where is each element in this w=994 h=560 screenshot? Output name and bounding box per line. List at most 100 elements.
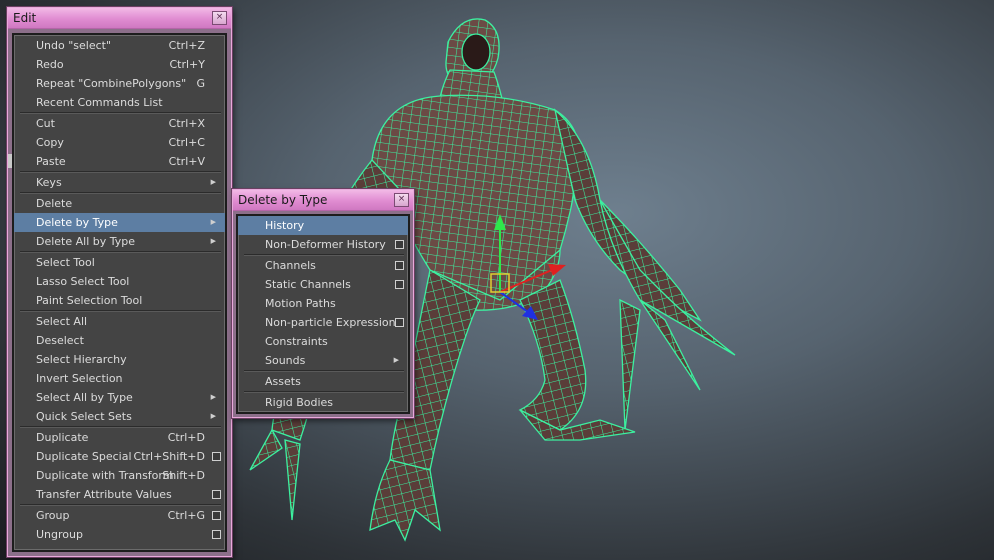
menu-item-shortcut: G <box>196 77 205 90</box>
menu-item-repeat[interactable]: Repeat "CombinePolygons" G <box>14 74 225 93</box>
menu-item-shortcut: Ctrl+Y <box>169 58 205 71</box>
menu-item-delete[interactable]: Delete <box>14 194 225 213</box>
menu-item-label: Select All <box>36 315 88 328</box>
edit-menu-title: Edit <box>13 11 37 25</box>
menu-item-label: Transfer Attribute Values <box>36 488 172 501</box>
menu-item-group[interactable]: Group Ctrl+G <box>14 506 225 525</box>
menu-item-shortcut: Ctrl+D <box>167 431 205 444</box>
edit-menu-window[interactable]: Edit × Undo "select" Ctrl+Z Redo Ctrl+Y Re… <box>7 7 232 557</box>
menu-item-label: Redo <box>36 58 64 71</box>
menu-item-label: Channels <box>265 259 316 272</box>
menu-item-label: Delete All by Type <box>36 235 136 248</box>
menu-item-lasso-select-tool[interactable]: Lasso Select Tool <box>14 272 225 291</box>
menu-item-motion-paths[interactable]: Motion Paths <box>238 294 408 313</box>
menu-item-label: Duplicate with Transform <box>36 469 174 482</box>
menu-item-transfer-attribute-values[interactable]: Transfer Attribute Values <box>14 485 225 504</box>
menu-item-label: Delete <box>36 197 73 210</box>
submenu-arrow-icon: ▶ <box>210 393 216 401</box>
menu-item-label: Paint Selection Tool <box>36 294 143 307</box>
menu-item-cut[interactable]: Cut Ctrl+X <box>14 114 225 133</box>
menu-item-non-particle-expressions[interactable]: Non-particle Expressions <box>238 313 408 332</box>
delete-by-type-window[interactable]: Delete by Type × History Non-Deformer Hi… <box>232 189 414 418</box>
menu-item-static-channels[interactable]: Static Channels <box>238 275 408 294</box>
menu-item-duplicate-with-transform[interactable]: Duplicate with Transform Shift+D <box>14 466 225 485</box>
menu-item-shortcut: Shift+D <box>162 469 205 482</box>
option-box-icon[interactable] <box>395 280 404 289</box>
menu-item-paint-selection-tool[interactable]: Paint Selection Tool <box>14 291 225 310</box>
menu-item-label: Select All by Type <box>36 391 133 404</box>
menu-item-ungroup[interactable]: Ungroup <box>14 525 225 544</box>
menu-item-duplicate-special[interactable]: Duplicate Special Ctrl+Shift+D <box>14 447 225 466</box>
menu-item-label: Duplicate <box>36 431 89 444</box>
menu-item-recent-commands[interactable]: Recent Commands List <box>14 93 225 112</box>
menu-item-label: History <box>265 219 305 232</box>
menu-item-rigid-bodies[interactable]: Rigid Bodies <box>238 393 408 412</box>
menu-item-quick-select-sets[interactable]: Quick Select Sets ▶ <box>14 407 225 426</box>
menu-item-label: Cut <box>36 117 55 130</box>
menu-item-label: Select Hierarchy <box>36 353 127 366</box>
menu-item-label: Duplicate Special <box>36 450 132 463</box>
menu-item-label: Select Tool <box>36 256 95 269</box>
option-box-icon[interactable] <box>212 490 221 499</box>
menu-item-copy[interactable]: Copy Ctrl+C <box>14 133 225 152</box>
menu-item-paste[interactable]: Paste Ctrl+V <box>14 152 225 171</box>
menu-item-label: Non-particle Expressions <box>265 316 402 329</box>
delete-by-type-title: Delete by Type <box>238 193 328 207</box>
menu-item-keys[interactable]: Keys ▶ <box>14 173 225 192</box>
menu-item-shortcut: Ctrl+X <box>168 117 205 130</box>
menu-item-non-deformer-history[interactable]: Non-Deformer History <box>238 235 408 254</box>
menu-item-invert-selection[interactable]: Invert Selection <box>14 369 225 388</box>
menu-item-shortcut: Ctrl+V <box>168 155 205 168</box>
edit-menu-titlebar[interactable]: Edit × <box>8 8 231 29</box>
option-box-icon[interactable] <box>212 511 221 520</box>
menu-item-label: Ungroup <box>36 528 83 541</box>
close-icon[interactable]: × <box>394 193 409 207</box>
option-box-icon[interactable] <box>395 261 404 270</box>
menu-item-channels[interactable]: Channels <box>238 256 408 275</box>
menu-item-label: Static Channels <box>265 278 351 291</box>
menu-item-duplicate[interactable]: Duplicate Ctrl+D <box>14 428 225 447</box>
option-box-icon[interactable] <box>395 318 404 327</box>
close-icon[interactable]: × <box>212 11 227 25</box>
menu-item-select-tool[interactable]: Select Tool <box>14 253 225 272</box>
delete-by-type-titlebar[interactable]: Delete by Type × <box>233 190 413 211</box>
menu-item-label: Group <box>36 509 70 522</box>
menu-item-redo[interactable]: Redo Ctrl+Y <box>14 55 225 74</box>
menu-item-label: Repeat "CombinePolygons" <box>36 77 187 90</box>
menu-item-constraints[interactable]: Constraints <box>238 332 408 351</box>
menu-item-label: Rigid Bodies <box>265 396 334 409</box>
menu-item-label: Invert Selection <box>36 372 123 385</box>
menu-item-select-all[interactable]: Select All <box>14 312 225 331</box>
menu-item-label: Constraints <box>265 335 328 348</box>
menu-item-select-all-by-type[interactable]: Select All by Type ▶ <box>14 388 225 407</box>
edit-menu-list: Undo "select" Ctrl+Z Redo Ctrl+Y Repeat "C… <box>12 33 227 552</box>
menu-item-label: Quick Select Sets <box>36 410 132 423</box>
menu-item-shortcut: Ctrl+Z <box>168 39 205 52</box>
menu-item-delete-all-by-type[interactable]: Delete All by Type ▶ <box>14 232 225 251</box>
menu-item-label: Copy <box>36 136 64 149</box>
menu-item-history[interactable]: History <box>238 216 408 235</box>
submenu-arrow-icon: ▶ <box>210 237 216 245</box>
menu-item-deselect[interactable]: Deselect <box>14 331 225 350</box>
submenu-arrow-icon: ▶ <box>210 178 216 186</box>
menu-item-delete-by-type[interactable]: Delete by Type ▶ <box>14 213 225 232</box>
menu-item-assets[interactable]: Assets <box>238 372 408 391</box>
menu-item-sounds[interactable]: Sounds ▶ <box>238 351 408 370</box>
delete-by-type-list: History Non-Deformer History Channels St… <box>236 214 410 414</box>
menu-item-label: Lasso Select Tool <box>36 275 130 288</box>
menu-item-select-hierarchy[interactable]: Select Hierarchy <box>14 350 225 369</box>
submenu-arrow-icon: ▶ <box>210 412 216 420</box>
menu-item-label: Sounds <box>265 354 306 367</box>
option-box-icon[interactable] <box>212 452 221 461</box>
menu-item-label: Non-Deformer History <box>265 238 386 251</box>
menu-item-label: Motion Paths <box>265 297 336 310</box>
option-box-icon[interactable] <box>395 240 404 249</box>
menu-item-label: Keys <box>36 176 62 189</box>
menu-item-shortcut: Ctrl+Shift+D <box>133 450 205 463</box>
option-box-icon[interactable] <box>212 530 221 539</box>
menu-item-shortcut: Ctrl+C <box>168 136 205 149</box>
menu-item-label: Delete by Type <box>36 216 118 229</box>
menu-item-undo[interactable]: Undo "select" Ctrl+Z <box>14 36 225 55</box>
menu-item-label: Undo "select" <box>36 39 112 52</box>
menu-item-label: Recent Commands List <box>36 96 163 109</box>
